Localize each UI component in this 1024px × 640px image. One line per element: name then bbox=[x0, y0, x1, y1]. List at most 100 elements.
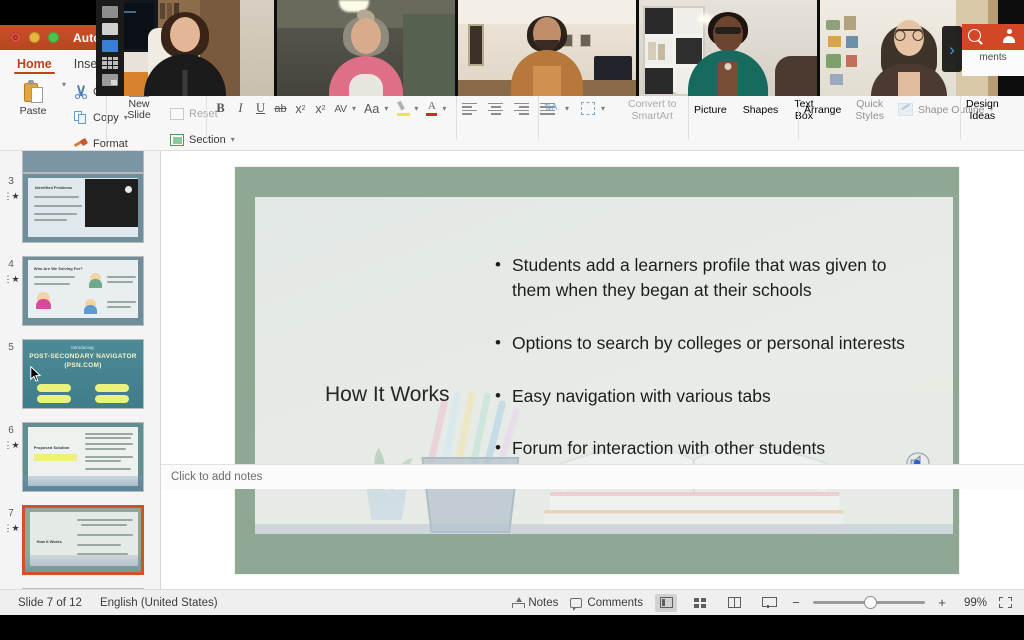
underline-button[interactable]: U bbox=[252, 99, 269, 118]
thumbnail-slide-7[interactable]: 7 ⋮★ How It Works bbox=[0, 505, 160, 575]
language-indicator[interactable]: English (United States) bbox=[100, 597, 218, 609]
notes-toggle-button[interactable]: Notes bbox=[512, 597, 558, 609]
font-color-chevron-down-icon[interactable]: ▾ bbox=[442, 104, 446, 113]
text-direction-button[interactable]: ⇅A bbox=[544, 102, 559, 115]
design-ideas-line2: Ideas bbox=[969, 109, 996, 122]
paste-label: Paste bbox=[19, 105, 47, 117]
slide-body-placeholder[interactable]: • Students add a learners profile that w… bbox=[495, 253, 925, 489]
layout-speaker-view-icon[interactable] bbox=[102, 6, 118, 18]
maximize-window-button[interactable] bbox=[48, 32, 59, 43]
zoom-search-button[interactable] bbox=[962, 24, 993, 50]
search-icon bbox=[968, 29, 981, 42]
thumbnail-image[interactable]: NOW WHAT? bbox=[22, 151, 144, 173]
zoom-slider-handle[interactable] bbox=[865, 597, 876, 608]
text-highlight-icon[interactable] bbox=[397, 100, 411, 116]
view-slide-sorter-button[interactable] bbox=[689, 594, 711, 612]
view-normal-button[interactable] bbox=[655, 593, 677, 612]
change-case-chevron-down-icon[interactable]: ▾ bbox=[384, 104, 388, 113]
zoom-layout-switcher[interactable] bbox=[96, 0, 124, 96]
zoom-slider[interactable] bbox=[813, 597, 925, 608]
highlight-chevron-down-icon[interactable]: ▾ bbox=[414, 104, 418, 113]
minimize-window-button[interactable] bbox=[29, 32, 40, 43]
bold-button[interactable]: B bbox=[212, 99, 229, 118]
superscript-button[interactable]: x2 bbox=[292, 99, 309, 118]
thumbnail-meta: 3 ⋮★ bbox=[0, 173, 22, 243]
zoom-level[interactable]: 99% bbox=[959, 597, 987, 609]
strikethrough-button[interactable]: ab bbox=[272, 99, 289, 118]
notes-placeholder[interactable]: Click to add notes bbox=[171, 471, 262, 483]
zoom-in-button[interactable]: + bbox=[937, 596, 947, 609]
window-controls bbox=[10, 32, 59, 43]
video-tile-participant-3[interactable] bbox=[458, 0, 636, 96]
view-reading-button[interactable] bbox=[723, 594, 745, 612]
thumbnail-slide-4[interactable]: 4 ⋮★ Who Are We Solving For? bbox=[0, 256, 160, 326]
thumbnail-slide-2[interactable]: 2 NOW WHAT? bbox=[0, 151, 160, 173]
design-ideas-button[interactable]: Design Ideas bbox=[966, 98, 999, 122]
layout-minimal-view-icon[interactable] bbox=[102, 23, 118, 35]
slide-thumbnail-pane[interactable]: 2 NOW WHAT? 3 ⋮★ bbox=[0, 151, 161, 590]
align-center-button[interactable] bbox=[488, 102, 503, 115]
change-case-button[interactable]: Aa bbox=[362, 99, 381, 118]
paste-button[interactable]: Paste bbox=[6, 74, 60, 117]
picture-button[interactable]: Picture bbox=[694, 104, 727, 116]
thumbnail-title: Proposed Solution bbox=[33, 444, 70, 450]
next-participants-button[interactable]: › bbox=[942, 26, 962, 72]
align-text-chevron-down-icon[interactable]: ▾ bbox=[601, 104, 605, 113]
tab-home[interactable]: Home bbox=[8, 55, 61, 74]
slide-title[interactable]: How It Works bbox=[325, 383, 449, 407]
character-spacing-chevron-down-icon[interactable]: ▾ bbox=[352, 104, 356, 113]
zoom-toolbar-buttons bbox=[962, 24, 1024, 50]
thumbnail-image[interactable]: Who Are We Solving For? bbox=[22, 256, 144, 326]
thumbnail-image[interactable]: Proposed Solution bbox=[22, 422, 144, 492]
notes-pane[interactable]: Click to add notes bbox=[161, 464, 1024, 489]
workspace: 2 NOW WHAT? 3 ⋮★ bbox=[0, 151, 1024, 590]
current-slide[interactable]: How It Works • Students add a learners p… bbox=[235, 167, 959, 574]
paste-options-chevron-icon[interactable]: ▾ bbox=[62, 81, 66, 89]
video-participant-strip bbox=[96, 0, 1024, 96]
video-tile-participant-2[interactable] bbox=[277, 0, 455, 96]
chevron-right-icon: › bbox=[949, 39, 955, 59]
thumbnail-title: Identified Problems bbox=[35, 184, 73, 190]
screen: AutoSave Home Insert D Paste ▾ bbox=[0, 0, 1024, 640]
align-left-button[interactable] bbox=[462, 102, 477, 115]
thumbnail-slide-6[interactable]: 6 ⋮★ Proposed Solution bbox=[0, 422, 160, 492]
quick-styles-button[interactable]: Quick Styles bbox=[855, 98, 884, 122]
bullet-dot-icon: • bbox=[495, 332, 501, 352]
close-window-button[interactable] bbox=[10, 32, 21, 43]
reading-view-icon bbox=[727, 597, 741, 608]
thumbnail-meta: 4 ⋮★ bbox=[0, 256, 22, 326]
powerpoint-window: AutoSave Home Insert D Paste ▾ bbox=[0, 25, 1024, 615]
slide-canvas[interactable]: How It Works • Students add a learners p… bbox=[161, 151, 1024, 590]
notes-label: Notes bbox=[528, 596, 559, 609]
status-bar: Slide 7 of 12 English (United States) No… bbox=[0, 589, 1024, 615]
fit-to-window-button[interactable] bbox=[999, 597, 1012, 608]
thumbnail-image[interactable]: Identified Problems bbox=[22, 173, 144, 243]
thumbnail-slide-3[interactable]: 3 ⋮★ Identified Problems bbox=[0, 173, 160, 243]
quick-styles-line1: Quick bbox=[856, 97, 884, 110]
shapes-button[interactable]: Shapes bbox=[743, 104, 779, 116]
layout-floating-thumbnail-icon[interactable] bbox=[102, 74, 118, 86]
slide-counter[interactable]: Slide 7 of 12 bbox=[18, 597, 82, 609]
thumbnail-title: POST-SECONDARY NAVIGATOR (PSN.COM) bbox=[29, 353, 137, 369]
slide-bullet: • Forum for interaction with other stude… bbox=[495, 436, 925, 461]
zoom-participants-button[interactable] bbox=[993, 24, 1024, 50]
slide-bullet-text: Forum for interaction with other student… bbox=[511, 438, 826, 459]
comments-toggle-button[interactable]: Comments bbox=[570, 597, 643, 611]
align-right-button[interactable] bbox=[514, 102, 529, 115]
cursor-arrow-icon bbox=[30, 365, 42, 382]
view-slideshow-button[interactable] bbox=[757, 594, 779, 612]
video-tile-participant-4[interactable] bbox=[639, 0, 817, 96]
subscript-button[interactable]: x2 bbox=[312, 99, 329, 118]
layout-active-speaker-icon[interactable] bbox=[102, 40, 118, 52]
thumbnail-slide-5[interactable]: 5 Introducing: POST-SECONDARY NAVIGATOR … bbox=[0, 339, 160, 409]
zoom-out-button[interactable]: − bbox=[791, 596, 801, 609]
arrange-button[interactable]: Arrange bbox=[804, 104, 841, 116]
thumbnail-image[interactable]: How It Works bbox=[22, 505, 144, 575]
layout-gallery-grid-icon[interactable] bbox=[102, 57, 118, 69]
zoom-toolbar-fragment: ments bbox=[962, 24, 1024, 76]
align-text-button[interactable] bbox=[581, 102, 596, 115]
font-color-icon[interactable]: A bbox=[425, 100, 439, 116]
character-spacing-button[interactable]: AV bbox=[332, 99, 349, 118]
text-direction-chevron-down-icon[interactable]: ▾ bbox=[565, 104, 569, 113]
italic-button[interactable]: I bbox=[232, 99, 249, 118]
